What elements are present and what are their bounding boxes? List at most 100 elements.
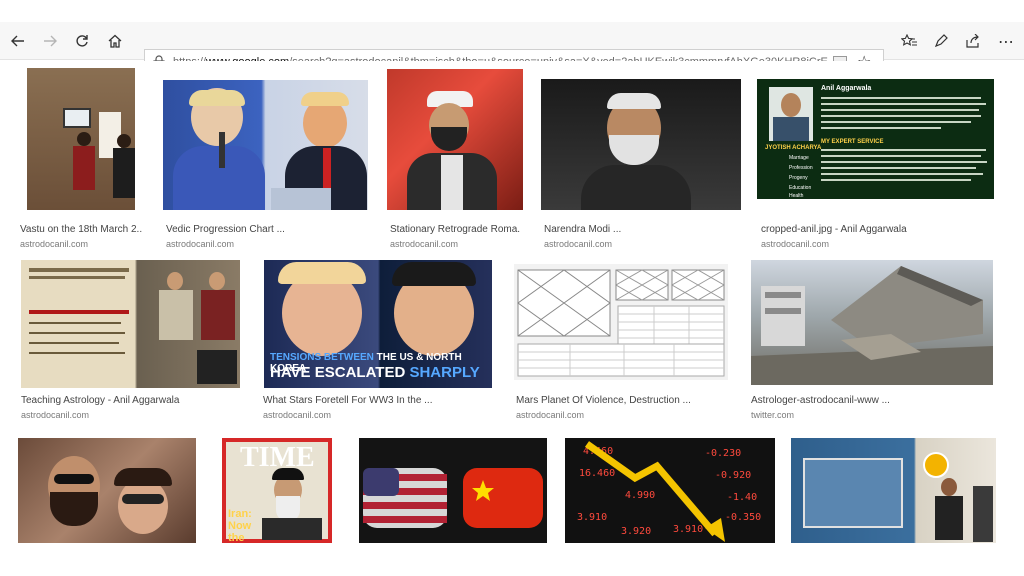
result-caption[interactable]: Mars Planet Of Violence, Destruction ... [516,395,731,406]
screen-shape [63,108,91,128]
hair-shape [278,262,366,284]
hair-shape [607,93,661,109]
collapsed-building-graphic [751,266,993,385]
pen-icon[interactable] [929,29,953,53]
text-line [821,167,976,169]
result-thumbnail[interactable] [751,260,993,385]
beard-shape [431,127,467,151]
result-caption[interactable]: What Stars Foretell For WW3 In the ... [263,395,493,406]
down-arrow-graphic [584,441,725,542]
favorites-hub-icon[interactable] [897,29,921,53]
cover-subtitle: Iran: Now the Power Play [228,508,252,543]
person-body-shape [973,486,993,542]
hair-shape [392,262,476,286]
person-body-shape [73,146,95,190]
book-shape [197,350,237,384]
result-card-mars-planet[interactable]: Mars Planet Of Violence, Destruction ...… [514,259,734,420]
result-thumbnail[interactable] [791,438,996,543]
text-line [29,268,129,272]
result-source[interactable]: twitter.com [751,410,794,420]
result-source[interactable]: astrodocanil.com [263,410,331,420]
hair-shape [189,90,245,106]
person-body-shape [113,148,135,198]
result-caption[interactable]: Stationary Retrograde Roma... [390,224,520,235]
result-caption[interactable]: Astrologer-astrodocanil-www ... [751,395,991,406]
face-shape [167,272,183,290]
result-thumbnail[interactable] [514,264,728,380]
result-thumbnail[interactable] [359,438,547,543]
podium-shape [271,188,331,210]
result-card-narendra-modi[interactable]: Narendra Modi ... astrodocanil.com [541,68,746,249]
text-line [29,322,121,324]
result-card-selfie[interactable] [18,438,200,548]
result-thumbnail[interactable] [163,80,368,210]
result-source[interactable]: astrodocanil.com [20,239,88,249]
result-card-office-visit[interactable] [788,438,1000,548]
result-card-stationary-retrograde[interactable]: Stationary Retrograde Roma... astrodocan… [387,68,527,249]
result-source[interactable]: astrodocanil.com [516,410,584,420]
result-caption[interactable]: Narendra Modi ... [544,224,744,235]
result-thumbnail[interactable]: TIME Iran: Now the Power Play [222,438,332,543]
more-icon[interactable]: ⋯ [994,29,1018,53]
result-source[interactable]: astrodocanil.com [21,410,89,420]
result-card-cropped-anil[interactable]: Anil Aggarwala MY EXPERT SERVICE JYOTISH… [757,68,997,249]
beard-shape [50,492,98,526]
hair-shape [301,92,349,106]
microphone-shape [219,132,225,168]
result-caption[interactable]: Teaching Astrology - Anil Aggarwala [21,395,241,406]
beard-shape [609,135,659,165]
home-icon[interactable] [103,29,127,53]
result-thumbnail[interactable] [18,438,196,543]
result-caption[interactable]: Vedic Progression Chart ... [166,224,366,235]
refresh-icon[interactable] [70,29,94,53]
menu-item: Marriage [789,155,809,161]
window-top-strip [0,0,1024,22]
text-line [821,149,986,151]
turban-shape [272,468,304,480]
result-thumbnail[interactable] [541,79,741,210]
result-card-vastu[interactable]: Vastu on the 18th March 2... astrodocani… [20,68,145,249]
share-icon[interactable] [961,29,985,53]
window-shape [803,458,903,528]
person-body-shape [159,290,193,340]
person-body-shape [935,496,963,540]
jacket-shape [581,165,691,210]
result-card-flag-fists[interactable] [356,438,552,548]
result-card-teaching-astrology[interactable]: Teaching Astrology - Anil Aggarwala astr… [20,259,245,420]
result-card-time-magazine[interactable]: TIME Iran: Now the Power Play [214,438,344,548]
result-source[interactable]: astrodocanil.com [761,239,829,249]
text-line [29,276,125,279]
text-line [821,109,979,111]
text-line [821,127,941,129]
image-results-grid: Vastu on the 18th March 2... astrodocani… [0,61,1024,576]
result-thumbnail[interactable] [387,69,523,210]
result-card-stock-market[interactable]: 4.460 16.460 4.990 3.910 3.920 3.910 -0.… [562,438,778,548]
result-caption[interactable]: cropped-anil.jpg - Anil Aggarwala [761,224,991,235]
result-thumbnail[interactable] [27,68,135,210]
result-thumbnail[interactable]: TENSIONS BETWEEN THE US & NORTH KOREA HA… [264,260,492,388]
text-line [29,342,119,344]
person-body-shape [201,290,235,340]
sunglasses-shape [54,474,94,484]
back-icon[interactable] [6,29,30,53]
result-source[interactable]: astrodocanil.com [390,239,458,249]
face-shape [118,478,168,534]
flag-fists-graphic [363,468,543,528]
browser-toolbar: https://www.google.com/search?q=astrodoc… [0,22,1024,76]
forward-icon[interactable] [38,29,62,53]
result-caption[interactable]: Vastu on the 18th March 2... [20,224,142,235]
result-card-astrologer-twitter[interactable]: Astrologer-astrodocanil-www ... twitter.… [748,259,998,420]
result-card-vedic-progression[interactable]: Vedic Progression Chart ... astrodocanil… [163,68,373,249]
text-line [821,173,983,175]
sunglasses-shape [122,494,164,504]
result-source[interactable]: astrodocanil.com [166,239,234,249]
menu-item: Health [789,193,804,199]
text-line [29,352,125,354]
face-shape [781,93,801,117]
result-card-ww3[interactable]: TENSIONS BETWEEN THE US & NORTH KOREA HA… [259,259,499,420]
result-source[interactable]: astrodocanil.com [544,239,612,249]
result-thumbnail[interactable]: Anil Aggarwala MY EXPERT SERVICE JYOTISH… [757,79,994,199]
face-shape [941,478,957,496]
result-thumbnail[interactable] [21,260,240,388]
result-thumbnail[interactable]: 4.460 16.460 4.990 3.910 3.920 3.910 -0.… [565,438,775,543]
